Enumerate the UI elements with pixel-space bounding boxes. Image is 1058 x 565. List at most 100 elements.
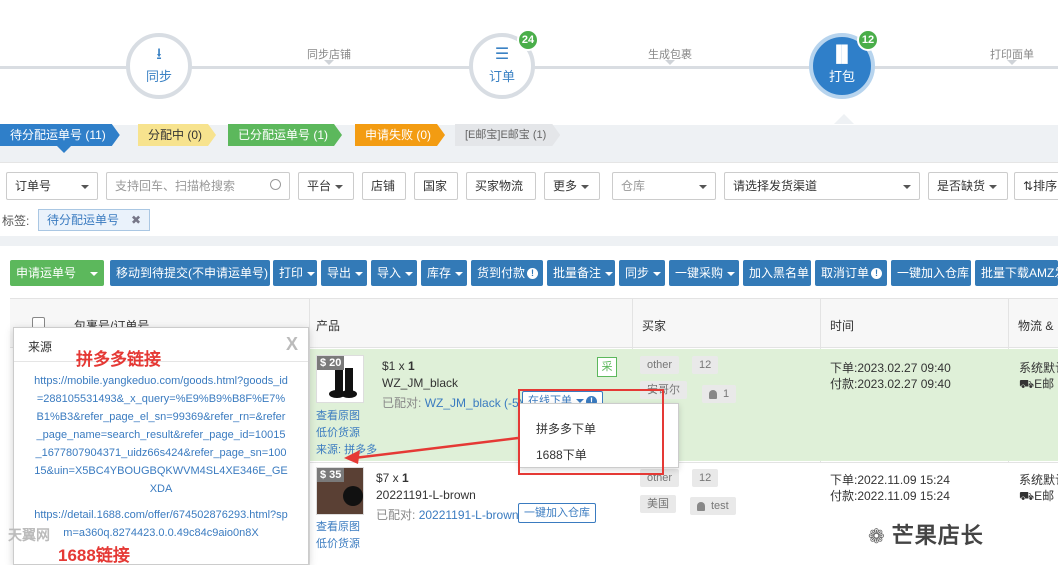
logistics-channel: ⛟E邮 (1019, 375, 1054, 393)
order-time: 下单:2022.11.09 15:24 (830, 473, 950, 487)
logistics-default: 系统默认 (1019, 473, 1058, 487)
search-icon[interactable] (270, 179, 281, 190)
out-of-stock-dropdown[interactable]: 是否缺货 (928, 172, 1008, 200)
matched-sku-link[interactable]: WZ_JM_black (425, 396, 501, 410)
chevron-down-icon (355, 271, 364, 276)
search-input[interactable]: 支持回车、扫描枪搜索 (106, 172, 290, 200)
country-button[interactable]: 国家 (414, 172, 458, 200)
active-step-pointer (834, 114, 854, 124)
batch-download-button[interactable]: 批量下载AMZ发 (975, 260, 1058, 286)
stock-button[interactable]: 库存 (421, 260, 467, 286)
info-icon: ! (527, 268, 539, 280)
cod-button[interactable]: 货到付款! (471, 260, 543, 286)
batch-note-button[interactable]: 批量备注 (547, 260, 615, 286)
chevron-down-icon (605, 271, 614, 276)
user-icon (697, 501, 705, 511)
filter-bar: 订单号 支持回车、扫描枪搜索 平台 店铺 国家 买家物流 更多 仓库 请选择发货… (0, 162, 1058, 206)
workflow-stepper: 同步店铺 生成包裹 打印面单 ⭳ 同步 ☰ 订单 24 ▐▌ 打包 12 (0, 0, 1058, 125)
active-tab-arrow (57, 146, 71, 153)
export-button[interactable]: 导出 (321, 260, 367, 286)
channel-select[interactable]: 请选择发货渠道 (724, 172, 920, 200)
step-pack[interactable]: ▐▌ 打包 12 (809, 29, 879, 99)
import-label: 导入 (377, 266, 402, 280)
info-icon: ! (871, 268, 883, 280)
chevron-down-icon[interactable] (90, 271, 99, 276)
header-time: 时间 (830, 319, 855, 333)
close-icon[interactable]: ✖ (131, 213, 141, 227)
move-pending-button[interactable]: 移动到待提交(不申请运单号) (110, 260, 270, 286)
step-sync[interactable]: ⭳ 同步 (126, 33, 192, 99)
close-icon[interactable]: X (286, 334, 298, 355)
product-thumbnail[interactable]: $ 20 (316, 355, 364, 403)
tab-assigned[interactable]: 已分配运单号 (1) (228, 124, 342, 146)
cancel-order-button[interactable]: 取消订单! (815, 260, 887, 286)
add-warehouse-row-button[interactable]: 一键加入仓库 (518, 503, 596, 523)
matched-label: 已配对: (382, 396, 422, 410)
header-logistics: 物流 & (1018, 319, 1054, 333)
active-tag-text: 待分配运单号 (47, 213, 120, 227)
buyer-name: other (640, 356, 680, 374)
more-dropdown[interactable]: 更多 (544, 172, 600, 200)
buyer-user: test (690, 497, 736, 515)
shop-button[interactable]: 店铺 (362, 172, 406, 200)
chevron-down-icon (699, 185, 707, 189)
source-popup-header: 来源 X (14, 328, 308, 362)
connector-label-generate-package: 生成包裹 (648, 46, 692, 65)
active-tag[interactable]: 待分配运单号 ✖ (38, 209, 151, 231)
watermark-text: 芒果店长 (891, 523, 984, 548)
chevron-down-icon (307, 271, 316, 276)
tag-label: 标签: (2, 214, 30, 228)
header-buyer: 买家 (642, 319, 667, 333)
step-order[interactable]: ☰ 订单 24 (469, 29, 539, 99)
connector-label-sync-shop: 同步店铺 (307, 46, 351, 65)
platform-dropdown[interactable]: 平台 (298, 172, 354, 200)
warehouse-select[interactable]: 仓库 (612, 172, 716, 200)
unit-price: $1 x 1 (382, 359, 415, 373)
buyer-logistics-button[interactable]: 买家物流 (466, 172, 536, 200)
logistics-default: 系统默认 (1019, 361, 1058, 375)
tab-pending-tracking[interactable]: 待分配运单号 (11) (0, 124, 120, 146)
batch-note-label: 批量备注 (553, 266, 602, 280)
annotation-arrow (344, 436, 519, 464)
annotation-pdd-link: 拼多多链接 (76, 350, 161, 369)
one-click-purchase-button[interactable]: 一键采购 (669, 260, 739, 286)
add-to-warehouse-button[interactable]: 一键加入仓库 (891, 260, 971, 286)
view-original-link[interactable]: 查看原图 (316, 518, 360, 534)
apply-tracking-button[interactable]: 申请运单号 (10, 260, 104, 286)
user-name: test (711, 500, 729, 512)
view-original-link[interactable]: 查看原图 (316, 407, 360, 423)
url-1688-link[interactable]: https://detail.1688.com/offer/6745028762… (34, 506, 288, 542)
print-label: 打印 (279, 266, 304, 280)
truck-icon: ⛟ (1019, 489, 1035, 503)
matched-sku-link[interactable]: 20221191-L-brown (419, 508, 519, 522)
header-product: 产品 (316, 319, 341, 333)
source-popup-title: 来源 (28, 340, 53, 354)
print-button[interactable]: 打印 (273, 260, 317, 286)
tab-assigning[interactable]: 分配中 (0) (138, 124, 216, 146)
stepper-line (0, 66, 130, 69)
order-no-select[interactable]: 订单号 (6, 172, 98, 200)
buyer-user: 1 (702, 385, 737, 403)
sort-dropdown[interactable]: ⇅排序 (1014, 172, 1058, 200)
tab-failed[interactable]: 申请失败 (0) (355, 124, 445, 146)
user-icon (709, 389, 717, 399)
chevron-down-icon (81, 185, 89, 189)
step-label: 订单 (488, 69, 515, 84)
sync-button[interactable]: 同步 (619, 260, 665, 286)
logistics-channel: ⛟E邮 (1019, 487, 1054, 505)
low-price-source-link[interactable]: 低价货源 (316, 535, 360, 551)
tab-eub[interactable]: [E邮宝]E邮宝 (1) (455, 124, 560, 146)
apply-tracking-label: 申请运单号 (16, 266, 77, 280)
annotation-1688-link: 1688链接 (58, 546, 130, 565)
product-sku: 20221191-L-brown (376, 488, 476, 502)
buyer-count: 12 (692, 469, 719, 487)
status-tabs: 待分配运单号 (11) 分配中 (0) 已分配运单号 (1) 申请失败 (0) … (0, 124, 1058, 154)
add-blacklist-button[interactable]: 加入黑名单 (743, 260, 811, 286)
watermark: ❁ 芒果店长 (868, 518, 984, 550)
import-button[interactable]: 导入 (371, 260, 417, 286)
pdd-url-link[interactable]: https://mobile.yangkeduo.com/goods.html?… (34, 372, 288, 498)
channel-label: 请选择发货渠道 (733, 179, 818, 193)
unit-price-text: $1 x (382, 359, 405, 373)
buyer-logistics-label: 买家物流 (475, 179, 524, 193)
step-badge: 24 (517, 29, 539, 51)
